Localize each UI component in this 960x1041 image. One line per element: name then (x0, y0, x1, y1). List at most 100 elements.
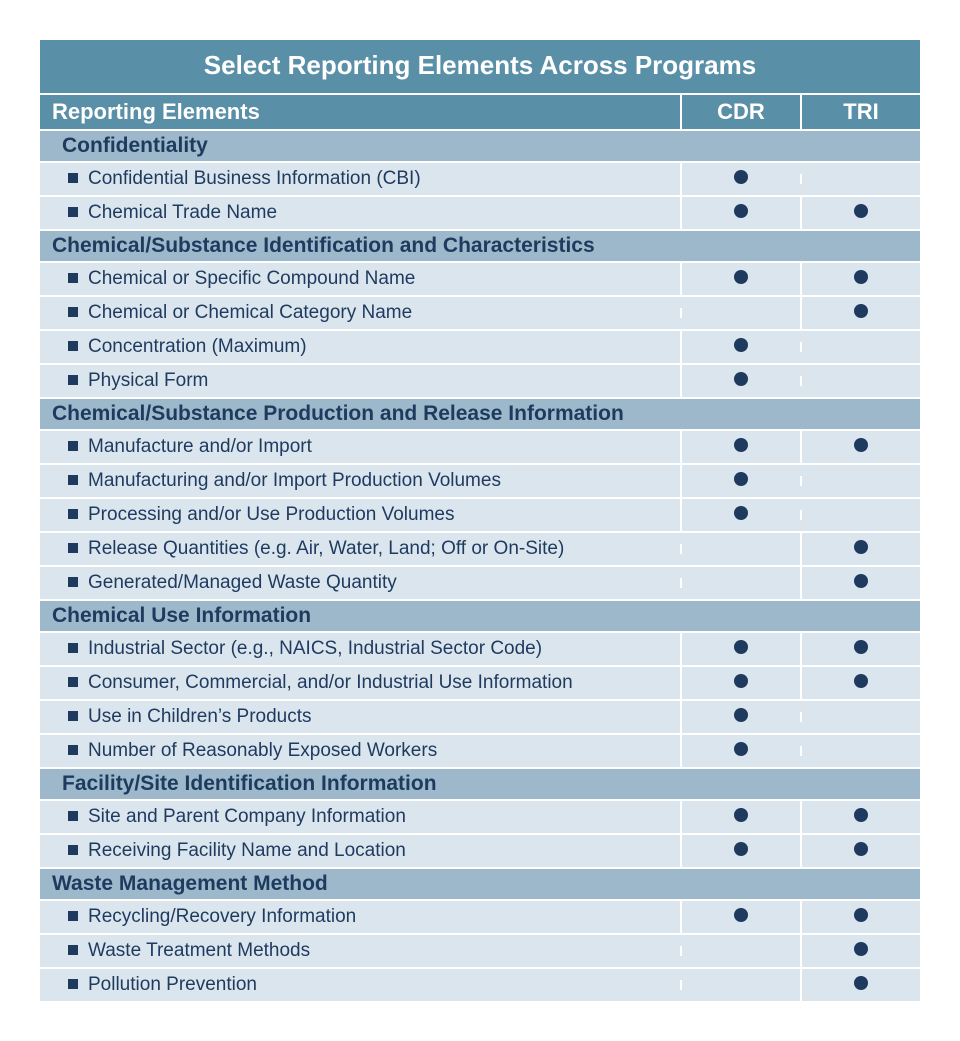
row-label-text: Chemical or Chemical Category Name (88, 302, 412, 323)
tri-cell (800, 263, 920, 295)
table-row: Consumer, Commercial, and/or Industrial … (40, 665, 920, 699)
cdr-cell (680, 735, 800, 767)
row-label: Physical Form (40, 365, 680, 397)
row-label: Processing and/or Use Production Volumes (40, 499, 680, 531)
dot-icon (854, 574, 868, 588)
table-row: Manufacturing and/or Import Production V… (40, 463, 920, 497)
table-row: Chemical or Chemical Category Name (40, 295, 920, 329)
section-header: Facility/Site Identification Information (40, 767, 920, 799)
square-bullet-icon (68, 341, 78, 351)
dot-icon (854, 204, 868, 218)
row-label: Manufacturing and/or Import Production V… (40, 465, 680, 497)
table-row: Chemical Trade Name (40, 195, 920, 229)
dot-icon (854, 304, 868, 318)
row-label: Site and Parent Company Information (40, 801, 680, 833)
tri-cell (800, 633, 920, 665)
dot-icon (854, 808, 868, 822)
square-bullet-icon (68, 207, 78, 217)
square-bullet-icon (68, 677, 78, 687)
row-label: Release Quantities (e.g. Air, Water, Lan… (40, 533, 680, 565)
row-label: Waste Treatment Methods (40, 935, 680, 967)
tri-cell (800, 567, 920, 599)
row-label: Use in Children’s Products (40, 701, 680, 733)
cdr-cell (680, 263, 800, 295)
row-label: Chemical Trade Name (40, 197, 680, 229)
tri-cell (800, 801, 920, 833)
row-label-text: Receiving Facility Name and Location (88, 840, 406, 861)
table-row: Concentration (Maximum) (40, 329, 920, 363)
cdr-cell (680, 544, 800, 554)
table-row: Confidential Business Information (CBI) (40, 161, 920, 195)
table-row: Physical Form (40, 363, 920, 397)
tri-cell (800, 342, 920, 352)
cdr-cell (680, 578, 800, 588)
cdr-cell (680, 946, 800, 956)
row-label: Consumer, Commercial, and/or Industrial … (40, 667, 680, 699)
tri-cell (800, 969, 920, 1001)
dot-icon (734, 674, 748, 688)
dot-icon (854, 674, 868, 688)
square-bullet-icon (68, 911, 78, 921)
square-bullet-icon (68, 441, 78, 451)
table-row: Receiving Facility Name and Location (40, 833, 920, 867)
dot-icon (734, 808, 748, 822)
section-header: Confidentiality (40, 129, 920, 161)
dot-icon (734, 338, 748, 352)
square-bullet-icon (68, 375, 78, 385)
dot-icon (734, 908, 748, 922)
square-bullet-icon (68, 577, 78, 587)
cdr-cell (680, 465, 800, 497)
table-body: ConfidentialityConfidential Business Inf… (40, 129, 920, 1001)
row-label-text: Generated/Managed Waste Quantity (88, 572, 397, 593)
tri-cell (800, 431, 920, 463)
dot-icon (734, 438, 748, 452)
cdr-cell (680, 365, 800, 397)
row-label-text: Manufacturing and/or Import Production V… (88, 470, 501, 491)
tri-cell (800, 197, 920, 229)
dot-icon (854, 842, 868, 856)
row-label-text: Concentration (Maximum) (88, 336, 307, 357)
row-label: Confidential Business Information (CBI) (40, 163, 680, 195)
header-reporting-elements: Reporting Elements (40, 95, 680, 129)
section-header: Chemical/Substance Identification and Ch… (40, 229, 920, 261)
cdr-cell (680, 901, 800, 933)
table-row: Release Quantities (e.g. Air, Water, Lan… (40, 531, 920, 565)
table-row: Pollution Prevention (40, 967, 920, 1001)
row-label-text: Processing and/or Use Production Volumes (88, 504, 454, 525)
cdr-cell (680, 331, 800, 363)
dot-icon (854, 640, 868, 654)
cdr-cell (680, 667, 800, 699)
section-header: Waste Management Method (40, 867, 920, 899)
tri-cell (800, 667, 920, 699)
row-label-text: Chemical or Specific Compound Name (88, 268, 415, 289)
dot-icon (734, 270, 748, 284)
dot-icon (734, 842, 748, 856)
row-label-text: Use in Children’s Products (88, 706, 312, 727)
row-label-text: Pollution Prevention (88, 974, 257, 995)
table-row: Processing and/or Use Production Volumes (40, 497, 920, 531)
cdr-cell (680, 308, 800, 318)
square-bullet-icon (68, 811, 78, 821)
row-label-text: Release Quantities (e.g. Air, Water, Lan… (88, 538, 564, 559)
row-label: Concentration (Maximum) (40, 331, 680, 363)
dot-icon (854, 438, 868, 452)
cdr-cell (680, 197, 800, 229)
square-bullet-icon (68, 475, 78, 485)
table-row: Waste Treatment Methods (40, 933, 920, 967)
dot-icon (854, 270, 868, 284)
row-label-text: Waste Treatment Methods (88, 940, 310, 961)
table-row: Site and Parent Company Information (40, 799, 920, 833)
table-header-row: Reporting Elements CDR TRI (40, 93, 920, 129)
row-label-text: Recycling/Recovery Information (88, 906, 356, 927)
table-title: Select Reporting Elements Across Program… (40, 40, 920, 93)
header-tri: TRI (800, 95, 920, 129)
cdr-cell (680, 499, 800, 531)
dot-icon (734, 472, 748, 486)
section-header: Chemical Use Information (40, 599, 920, 631)
square-bullet-icon (68, 307, 78, 317)
row-label: Receiving Facility Name and Location (40, 835, 680, 867)
row-label-text: Number of Reasonably Exposed Workers (88, 740, 437, 761)
tri-cell (800, 510, 920, 520)
tri-cell (800, 935, 920, 967)
dot-icon (734, 204, 748, 218)
